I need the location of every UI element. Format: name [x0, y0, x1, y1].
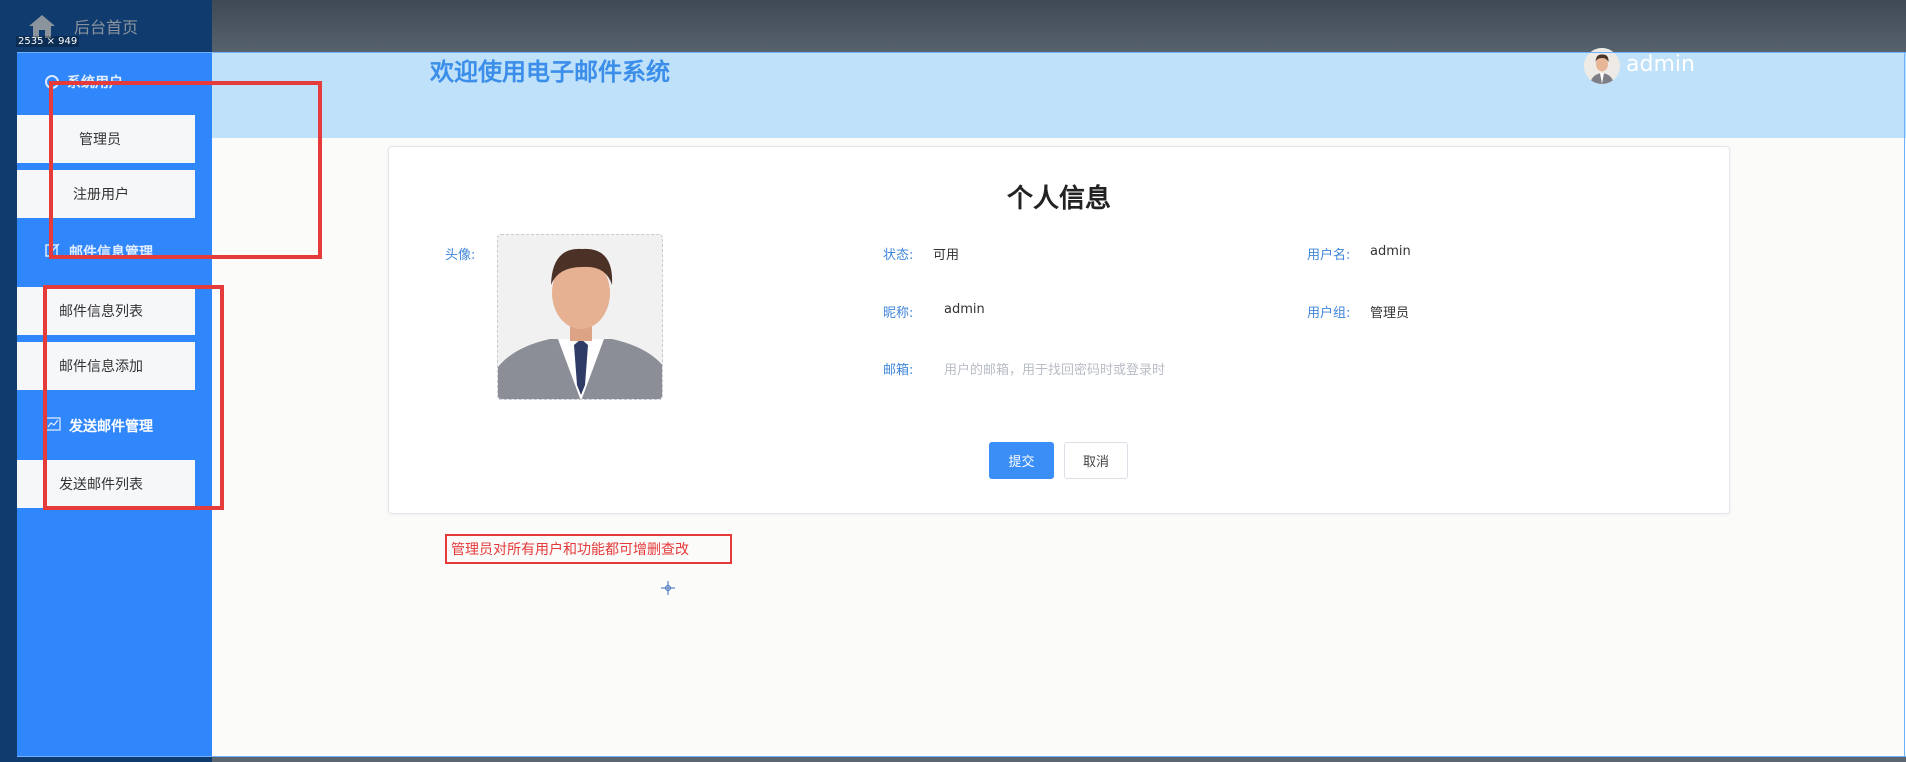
- submit-button[interactable]: 提交: [989, 442, 1054, 479]
- annotation-text: 管理员对所有用户和功能都可增删查改: [451, 542, 689, 558]
- annotation-highlight-mail: [43, 285, 224, 510]
- nickname-field[interactable]: admin: [944, 302, 985, 317]
- user-group-value: 管理员: [1370, 306, 1410, 321]
- user-group-label: 用户组:: [1307, 306, 1351, 321]
- selection-frame-right: [1904, 52, 1905, 757]
- selection-frame-bottom: [17, 756, 1906, 757]
- crosshair-icon: [661, 580, 675, 595]
- username-label: 用户名:: [1307, 248, 1351, 263]
- home-link[interactable]: 后台首页: [74, 14, 138, 38]
- page-title: 欢迎使用电子邮件系统: [430, 58, 670, 86]
- selection-frame-top: [17, 52, 1906, 53]
- username-value: admin: [1370, 244, 1411, 259]
- nickname-label: 昵称:: [883, 306, 914, 321]
- email-input[interactable]: 用户的邮箱，用于找回密码时或登录时: [944, 359, 1165, 378]
- dimension-badge: 2535 × 949: [16, 36, 80, 47]
- top-bar: [0, 0, 1906, 52]
- avatar[interactable]: [1584, 48, 1620, 84]
- status-label: 状态:: [883, 248, 914, 263]
- card-title: 个人信息: [1006, 184, 1111, 214]
- avatar-upload[interactable]: [497, 234, 663, 400]
- email-label: 邮箱:: [883, 363, 914, 378]
- avatar-label: 头像:: [445, 248, 476, 263]
- annotation-note: 管理员对所有用户和功能都可增删查改: [445, 534, 732, 564]
- annotation-highlight-users: [49, 81, 322, 259]
- current-user-name[interactable]: admin: [1626, 52, 1695, 77]
- status-value: 可用: [933, 248, 960, 263]
- cancel-button[interactable]: 取消: [1064, 442, 1128, 479]
